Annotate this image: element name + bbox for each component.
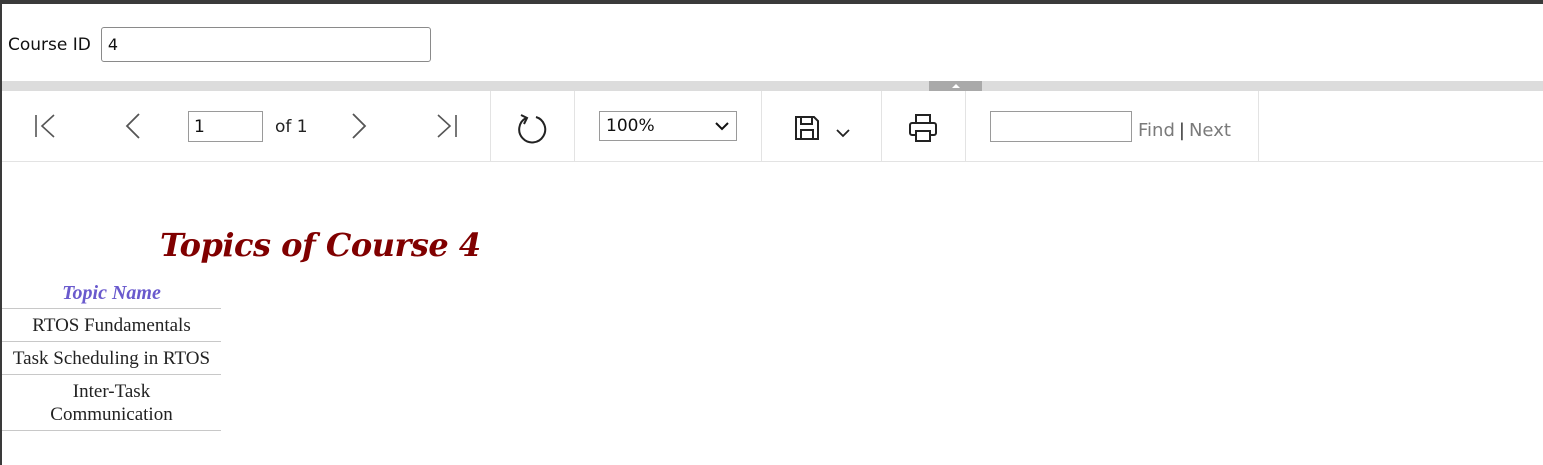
chevron-down-icon	[836, 129, 850, 138]
refresh-button[interactable]	[514, 111, 550, 147]
first-page-button[interactable]	[30, 111, 60, 141]
previous-page-button[interactable]	[118, 111, 148, 141]
refresh-icon	[518, 114, 547, 144]
export-button[interactable]	[790, 113, 824, 143]
find-links: Find | Next	[1138, 120, 1231, 141]
page-count-text: of 1	[275, 117, 308, 137]
toolbar-separator	[490, 91, 491, 161]
print-button[interactable]	[906, 111, 940, 145]
collapse-parameters-handle[interactable]	[929, 81, 982, 91]
table-row: RTOS Fundamentals	[2, 309, 221, 342]
last-page-icon	[437, 114, 457, 138]
export-menu-button[interactable]	[832, 125, 854, 141]
report-viewer-window: Course ID of 1	[2, 4, 1543, 465]
zoom-value: 100%	[606, 116, 655, 136]
table-row: Inter-Task Communication	[2, 375, 221, 431]
topics-table: Topic Name RTOS Fundamentals Task Schedu…	[2, 279, 221, 431]
print-icon	[909, 114, 937, 142]
table-row: Task Scheduling in RTOS	[2, 342, 221, 375]
chevron-up-icon	[951, 84, 960, 88]
first-page-icon	[35, 114, 55, 138]
report-title: Topics of Course 4	[160, 226, 481, 264]
course-id-input[interactable]	[100, 27, 431, 62]
next-link[interactable]: Next	[1189, 120, 1231, 141]
zoom-select[interactable]: 100%	[599, 111, 737, 141]
find-separator: |	[1178, 120, 1185, 141]
save-icon	[795, 116, 819, 140]
toolbar-separator	[761, 91, 762, 161]
parameter-row: Course ID	[8, 27, 431, 62]
topic-name-header: Topic Name	[2, 279, 221, 309]
toolbar-separator	[574, 91, 575, 161]
last-page-button[interactable]	[432, 111, 462, 141]
next-page-icon	[352, 113, 367, 139]
chevron-down-icon	[715, 122, 729, 131]
previous-page-icon	[125, 113, 140, 139]
toolbar-separator	[1258, 91, 1259, 161]
find-link[interactable]: Find	[1138, 120, 1175, 141]
report-toolbar: of 1 100%	[2, 91, 1543, 162]
page-number-input[interactable]	[188, 111, 263, 142]
toolbar-separator	[881, 91, 882, 161]
next-page-button[interactable]	[344, 111, 374, 141]
course-id-label: Course ID	[8, 34, 91, 55]
toolbar-separator	[965, 91, 966, 161]
parameter-splitter[interactable]	[2, 81, 1543, 91]
find-input[interactable]	[990, 111, 1132, 142]
